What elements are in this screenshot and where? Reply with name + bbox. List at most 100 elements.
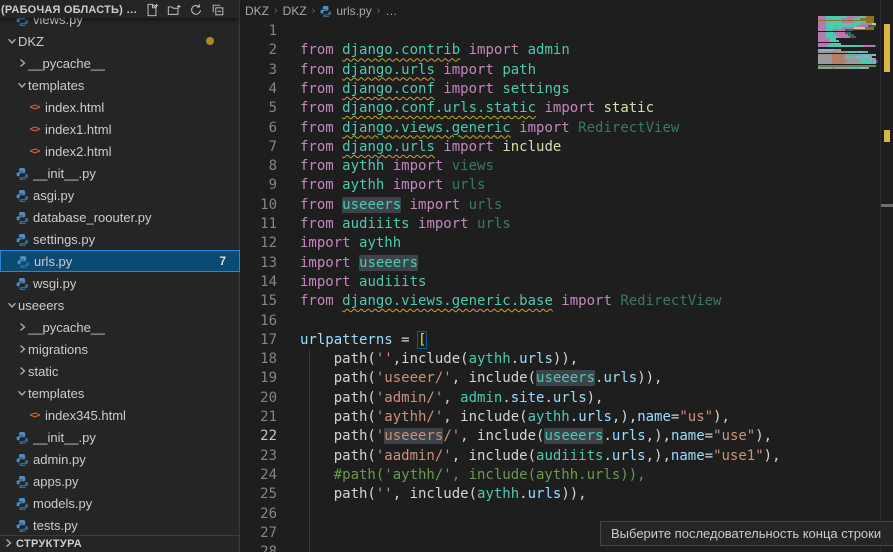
- code-line-15[interactable]: from django.views.generic.base import Re…: [300, 292, 721, 311]
- breadcrumb-item-DKZ[interactable]: DKZ: [283, 4, 307, 18]
- tree-item-index2-html[interactable]: <>index2.html: [0, 140, 240, 162]
- line-number[interactable]: 11: [240, 215, 277, 234]
- line-number[interactable]: 10: [240, 196, 277, 215]
- line-number[interactable]: 15: [240, 292, 277, 311]
- chevron-right-icon[interactable]: [15, 344, 28, 354]
- code-line-7[interactable]: from django.urls import include: [300, 138, 561, 157]
- code-line-6[interactable]: from django.views.generic import Redirec…: [300, 119, 679, 138]
- line-number[interactable]: 22: [240, 427, 277, 446]
- line-number[interactable]: 4: [240, 80, 277, 99]
- tree-item-urls-py[interactable]: urls.py7: [0, 250, 240, 272]
- code-line-3[interactable]: from django.urls import path: [300, 61, 536, 80]
- line-number[interactable]: 27: [240, 524, 277, 543]
- tree-item-asgi-py[interactable]: asgi.py: [0, 184, 240, 206]
- code-line-25[interactable]: path('', include(aythh.urls)),: [300, 485, 587, 504]
- chevron-down-icon[interactable]: [15, 80, 28, 90]
- line-number[interactable]: 20: [240, 389, 277, 408]
- chevron-down-icon[interactable]: [5, 300, 18, 310]
- code-line-18[interactable]: path('',include(aythh.urls)),: [300, 350, 578, 369]
- line-number[interactable]: 23: [240, 447, 277, 466]
- code-line-10[interactable]: from useeers import urls: [300, 196, 502, 215]
- code-line-14[interactable]: import audiiits: [300, 273, 426, 292]
- breadcrumb-item--[interactable]: …: [385, 4, 397, 18]
- new-file-icon-button[interactable]: [145, 3, 159, 17]
- collapse-all-icon-button[interactable]: [211, 3, 225, 17]
- line-number[interactable]: 3: [240, 61, 277, 80]
- line-number[interactable]: 5: [240, 99, 277, 118]
- code-line-22[interactable]: path('useeers/', include(useeers.urls,),…: [300, 427, 772, 446]
- chevron-right-icon[interactable]: [15, 322, 28, 332]
- code-line-9[interactable]: from aythh import urls: [300, 176, 485, 195]
- tree-item-DKZ[interactable]: DKZ: [0, 30, 240, 52]
- minimap[interactable]: [818, 14, 878, 124]
- tree-item--pycache-[interactable]: __pycache__: [0, 52, 240, 74]
- outline-section-header[interactable]: СТРУКТУРА: [0, 535, 239, 552]
- code-line-23[interactable]: path('aadmin/', include(audiiits.urls,),…: [300, 447, 781, 466]
- code-token: .: [570, 409, 578, 425]
- tree-item-database-roouter-py[interactable]: database_roouter.py: [0, 206, 240, 228]
- code-line-8[interactable]: from aythh import views: [300, 157, 494, 176]
- code-line-2[interactable]: from django.contrib import admin: [300, 41, 570, 60]
- line-number[interactable]: 14: [240, 273, 277, 292]
- tree-item-index-html[interactable]: <>index.html: [0, 96, 240, 118]
- line-number[interactable]: 6: [240, 119, 277, 138]
- line-number[interactable]: 24: [240, 466, 277, 485]
- code-line-17[interactable]: urlpatterns = [: [300, 331, 426, 350]
- line-number[interactable]: 21: [240, 408, 277, 427]
- line-number[interactable]: 25: [240, 485, 277, 504]
- tree-item-static[interactable]: static: [0, 360, 240, 382]
- tree-item--init-py[interactable]: __init__.py: [0, 162, 240, 184]
- line-number[interactable]: 18: [240, 350, 277, 369]
- new-folder-icon-button[interactable]: [167, 3, 181, 17]
- chevron-down-icon[interactable]: [15, 388, 28, 398]
- tree-item-useeers[interactable]: useeers: [0, 294, 240, 316]
- line-number[interactable]: 28: [240, 543, 277, 552]
- code-line-24[interactable]: #path('aythh/', include(aythh.urls)),: [300, 466, 646, 485]
- tree-item-wsgi-py[interactable]: wsgi.py: [0, 272, 240, 294]
- overview-ruler[interactable]: [880, 0, 893, 552]
- line-number[interactable]: 26: [240, 505, 277, 524]
- breadcrumb-item-urls-py[interactable]: urls.py: [320, 4, 371, 18]
- tree-item-index1-html[interactable]: <>index1.html: [0, 118, 240, 140]
- line-number[interactable]: 13: [240, 254, 277, 273]
- tree-item--init-py[interactable]: __init__.py: [0, 426, 240, 448]
- chevron-down-icon[interactable]: [5, 36, 18, 46]
- line-number[interactable]: 2: [240, 41, 277, 60]
- chevron-right-icon[interactable]: [15, 58, 28, 68]
- line-number[interactable]: 7: [240, 138, 277, 157]
- code-line-21[interactable]: path('aythh/', include(aythh.urls,),name…: [300, 408, 730, 427]
- refresh-icon-button[interactable]: [189, 3, 203, 17]
- code-line-4[interactable]: from django.conf import settings: [300, 80, 570, 99]
- line-number[interactable]: 12: [240, 234, 277, 253]
- breadcrumb-item-DKZ[interactable]: DKZ: [245, 4, 269, 18]
- tree-item-index345-html[interactable]: <>index345.html: [0, 404, 240, 426]
- tree-item-tests-py[interactable]: tests.py: [0, 514, 240, 536]
- chevron-right-icon[interactable]: [15, 366, 28, 376]
- tree-item-admin-py[interactable]: admin.py: [0, 448, 240, 470]
- python-file-icon: [15, 211, 30, 224]
- code-line-13[interactable]: import useeers: [300, 254, 418, 273]
- tree-item-templates[interactable]: templates: [0, 74, 240, 96]
- code-line-11[interactable]: from audiiits import urls: [300, 215, 511, 234]
- line-number[interactable]: 19: [240, 369, 277, 388]
- tree-item-models-py[interactable]: models.py: [0, 492, 240, 514]
- overview-ruler-warning-marker[interactable]: [884, 130, 890, 142]
- code-token: django.conf: [342, 81, 435, 97]
- line-number[interactable]: 1: [240, 22, 277, 41]
- overview-ruler-warning-marker[interactable]: [884, 24, 890, 72]
- line-number[interactable]: 17: [240, 331, 277, 350]
- tree-item-migrations[interactable]: migrations: [0, 338, 240, 360]
- explorer-section-header[interactable]: (РАБОЧАЯ ОБЛАСТЬ) …: [0, 0, 239, 18]
- line-number[interactable]: 9: [240, 176, 277, 195]
- code-line-5[interactable]: from django.conf.urls.static import stat…: [300, 99, 654, 118]
- line-number[interactable]: 16: [240, 312, 277, 331]
- tree-item-settings-py[interactable]: settings.py: [0, 228, 240, 250]
- code-line-12[interactable]: import aythh: [300, 234, 401, 253]
- code-line-20[interactable]: path('admin/', admin.site.urls),: [300, 389, 603, 408]
- tree-item-templates[interactable]: templates: [0, 382, 240, 404]
- tree-item--pycache-[interactable]: __pycache__: [0, 316, 240, 338]
- code-line-19[interactable]: path('useeer/', include(useeers.urls)),: [300, 369, 662, 388]
- tree-item-apps-py[interactable]: apps.py: [0, 470, 240, 492]
- overview-ruler-cursor-marker[interactable]: [881, 204, 893, 207]
- line-number[interactable]: 8: [240, 157, 277, 176]
